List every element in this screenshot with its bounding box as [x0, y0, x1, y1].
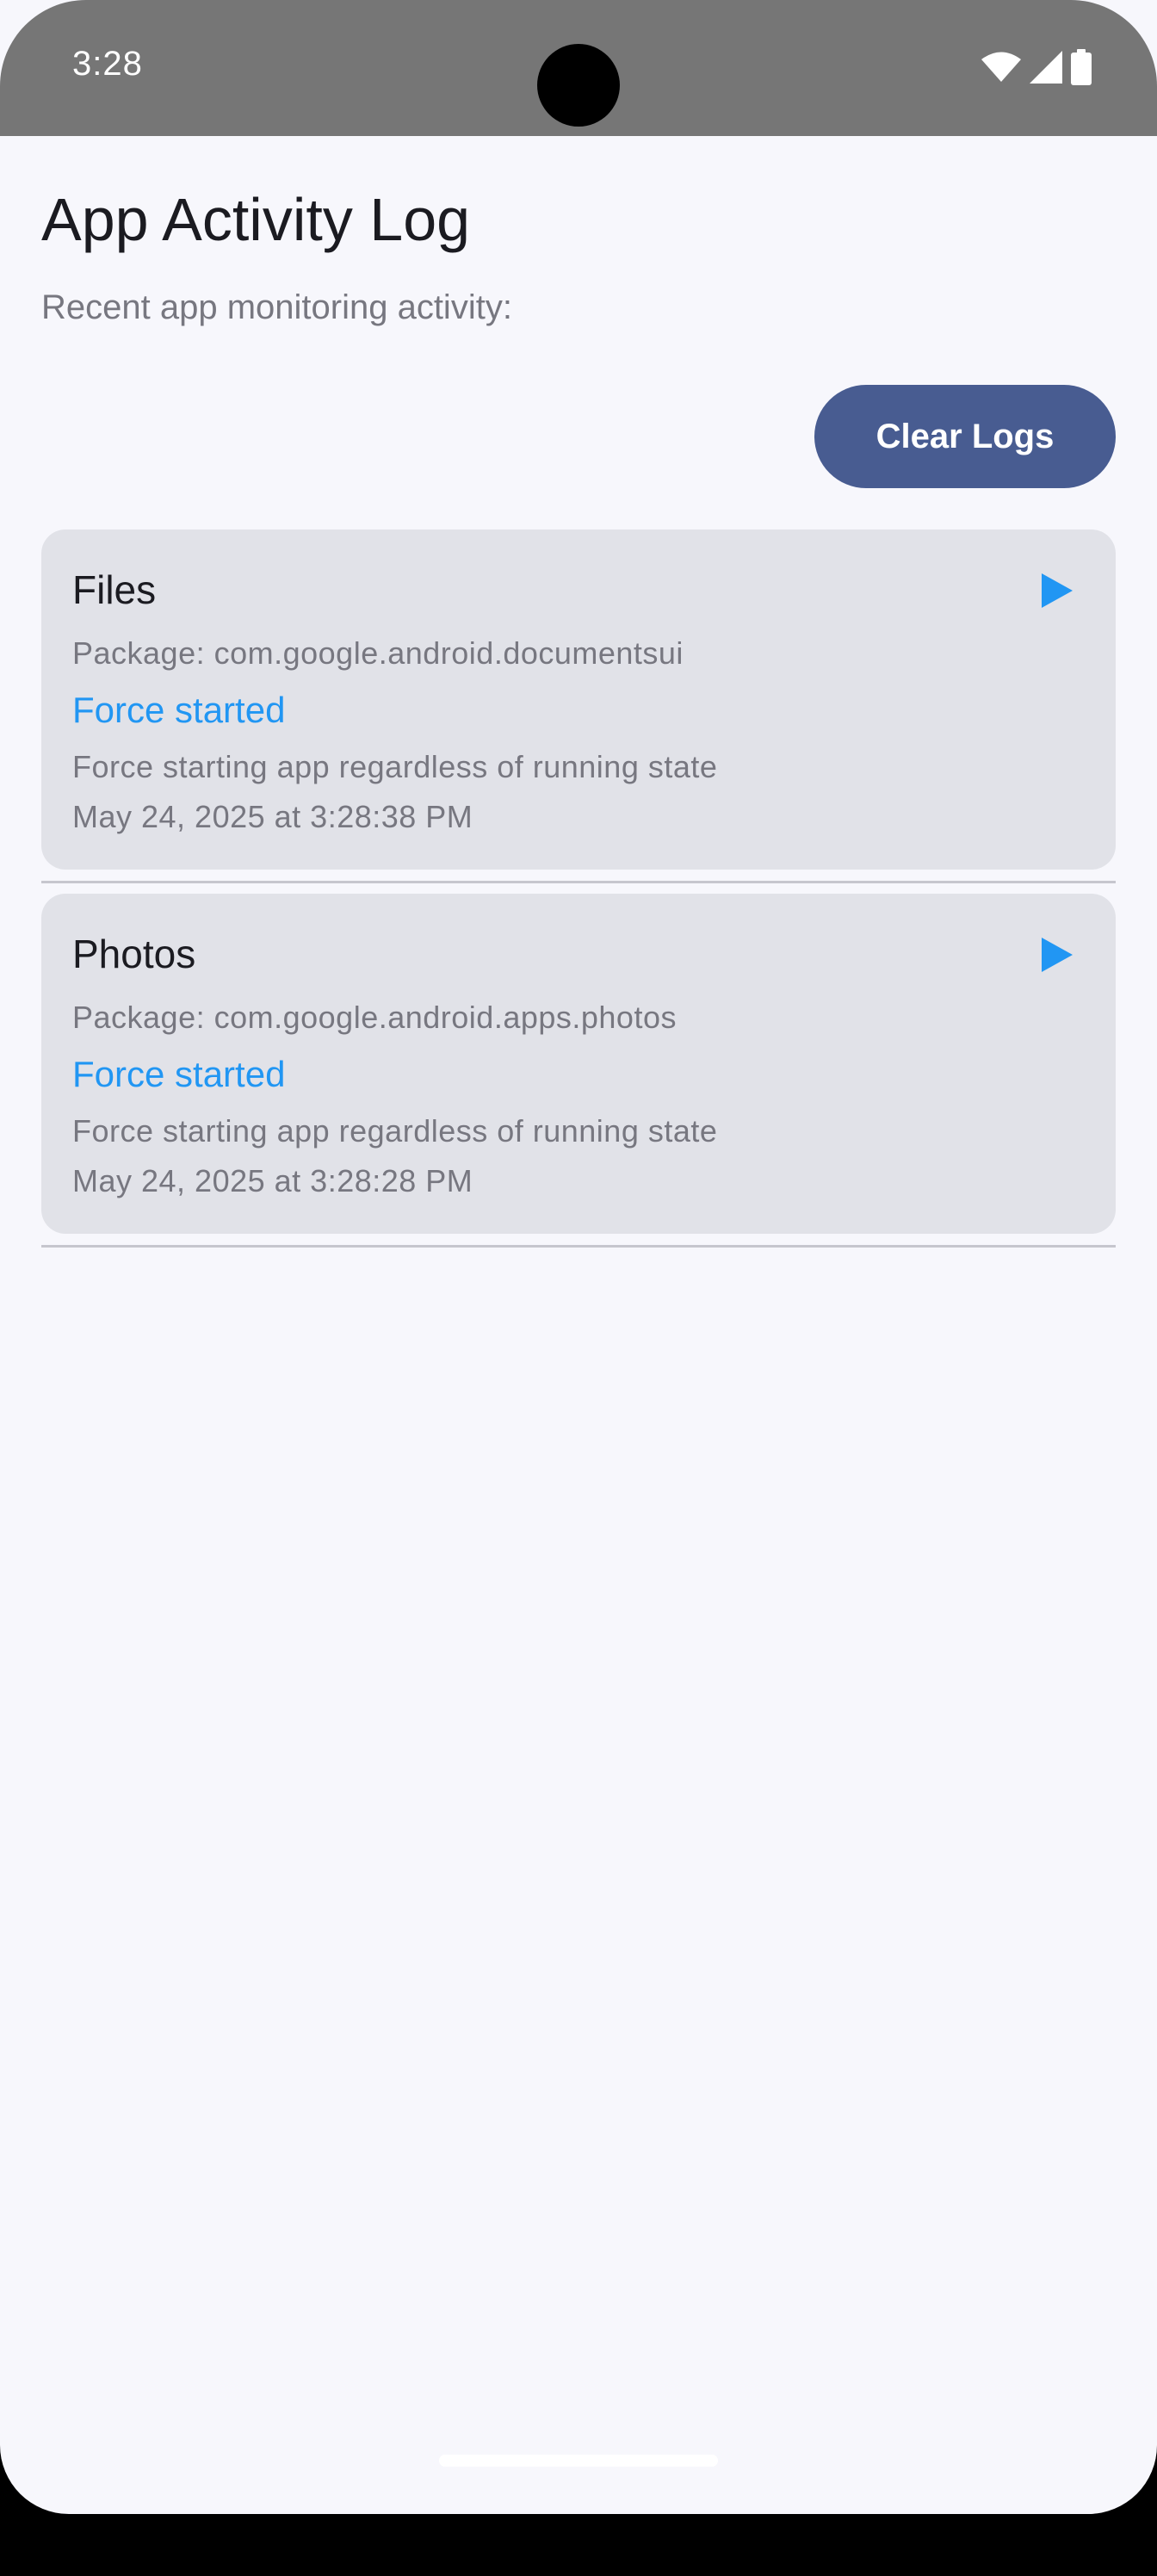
home-indicator[interactable] — [439, 2455, 718, 2467]
page-subtitle: Recent app monitoring activity: — [41, 288, 512, 326]
log-status: Force started — [72, 1054, 286, 1094]
log-description: Force starting app regardless of running… — [72, 1113, 718, 1149]
cellular-signal-icon — [1030, 51, 1062, 84]
log-package: Package: com.google.android.apps.photos — [72, 1000, 677, 1035]
clear-logs-button[interactable]: Clear Logs — [814, 385, 1116, 488]
log-timestamp: May 24, 2025 at 3:28:38 PM — [72, 799, 473, 834]
status-bar: 3:28 — [0, 0, 1157, 136]
camera-cutout — [537, 44, 620, 127]
status-time: 3:28 — [72, 45, 143, 83]
wifi-icon — [981, 52, 1021, 83]
app-screen: 3:28 App Activity Log Recent app monitor… — [0, 0, 1157, 2514]
log-timestamp: May 24, 2025 at 3:28:28 PM — [72, 1163, 473, 1198]
page-title: App Activity Log — [41, 186, 471, 253]
play-icon[interactable] — [1040, 573, 1074, 609]
log-card[interactable]: Files Package: com.google.android.docume… — [41, 529, 1116, 870]
log-card[interactable]: Photos Package: com.google.android.apps.… — [41, 894, 1116, 1234]
status-icons — [981, 48, 1092, 86]
log-divider — [41, 1245, 1116, 1248]
log-status: Force started — [72, 690, 286, 730]
log-package: Package: com.google.android.documentsui — [72, 635, 684, 671]
log-app-name: Files — [72, 567, 157, 612]
log-divider — [41, 881, 1116, 883]
log-app-name: Photos — [72, 932, 196, 976]
play-icon[interactable] — [1040, 937, 1074, 973]
log-description: Force starting app regardless of running… — [72, 749, 718, 784]
battery-icon — [1071, 49, 1092, 85]
